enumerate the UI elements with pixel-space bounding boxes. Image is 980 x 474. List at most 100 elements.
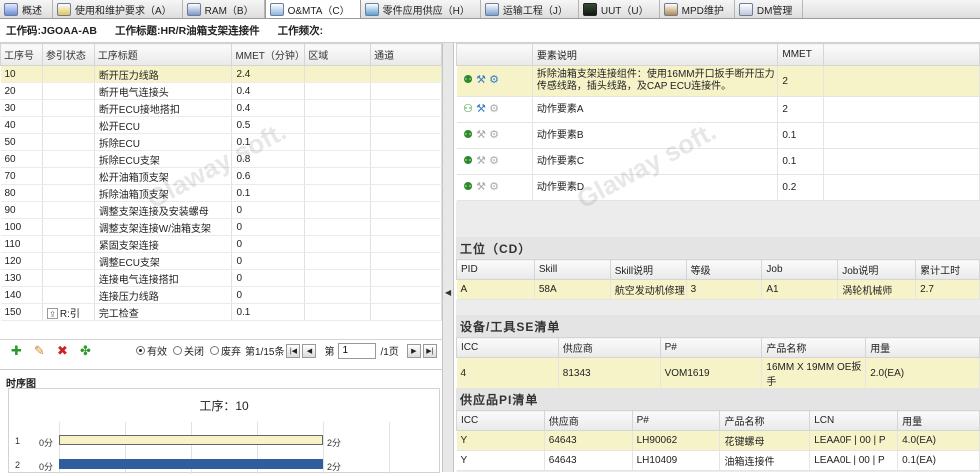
operation-row[interactable]: 40 松开ECU 0.5 (0, 116, 442, 134)
person-pair-icon[interactable]: ⚇ (463, 103, 474, 115)
person-icon[interactable]: ⚉ (463, 75, 474, 86)
tab-requirements[interactable]: 使用和维护要求（A） (53, 0, 183, 18)
gear-icon[interactable]: ⚙ (489, 181, 500, 193)
operation-row[interactable]: 10 断开压力线路 2.4 (0, 65, 442, 83)
operation-row[interactable]: 30 断开ECU接地搭扣 0.4 (0, 99, 442, 117)
column-header[interactable]: 累计工时 (915, 259, 980, 280)
column-header[interactable]: ICC (456, 410, 545, 431)
wrench-icon[interactable]: ⚒ (476, 75, 487, 86)
gear-icon[interactable]: ⚙ (489, 129, 500, 141)
column-header[interactable]: 产品名称 (719, 410, 811, 431)
tab-transport[interactable]: 运输工程（J） (481, 0, 579, 18)
filter-closed-radio[interactable]: 关闭 (173, 343, 204, 358)
workstation-row[interactable]: A 58A 航空发动机修理 3 A1 涡轮机械师 2.7 (456, 279, 980, 300)
tab-ram[interactable]: RAM（B） (183, 0, 265, 18)
column-header[interactable]: 区域 (304, 43, 372, 66)
column-header[interactable]: MMET (777, 43, 825, 66)
tab-uut[interactable]: UUT（U） (579, 0, 660, 18)
column-header[interactable]: ICC (456, 337, 559, 358)
supply-row[interactable]: Y 64643 LH10409 油箱连接件 LEAA0L | 00 | P 0.1(EA) (456, 450, 980, 471)
last-page-button[interactable]: ▶| (422, 343, 437, 358)
element-row[interactable]: ⚇ ⚒ ⚙ 动作要素A 2 (456, 96, 980, 123)
operation-row[interactable]: 120 调整ECU支架 0 (0, 252, 442, 270)
next-page-button[interactable]: ▶ (406, 343, 421, 358)
operation-row[interactable]: 140 连接压力线路 0 (0, 286, 442, 304)
column-header[interactable]: 供应商 (543, 410, 633, 431)
operation-mmet: 0 (231, 252, 306, 270)
prev-page-button[interactable]: ◀ (302, 343, 317, 358)
operation-row[interactable]: 100 调整支架连接W/油箱支架 0 (0, 218, 442, 236)
table-cell: 航空发动机修理 (610, 279, 687, 300)
element-row[interactable]: ⚉ ⚒ ⚙ 动作要素D 0.2 (456, 174, 980, 201)
supply-row[interactable]: Y 64643 LH90062 花键螺母 LEAA0F | 00 | P 4.0(EA) (456, 430, 980, 451)
element-row[interactable]: ⚉ ⚒ ⚙ 动作要素C 0.1 (456, 148, 980, 175)
column-header[interactable]: P# (659, 337, 763, 358)
reference-icon[interactable]: ⇪ (46, 308, 58, 320)
wrench-icon[interactable]: ⚒ (476, 129, 487, 141)
delete-icon[interactable]: ✖ (56, 343, 69, 358)
column-header[interactable]: Job说明 (837, 259, 917, 280)
operation-row[interactable]: 20 断开电气连接头 0.4 (0, 82, 442, 100)
work-info-bar: 工作码:JGOAA-AB 工作标题:HR/R油箱支架连接件 工作频次: (0, 19, 980, 43)
tab-omta[interactable]: O&MTA（C） (264, 0, 361, 18)
timing-bar[interactable] (59, 459, 323, 469)
person-icon[interactable]: ⚉ (463, 129, 474, 141)
operation-access (370, 82, 442, 100)
filter-valid-radio[interactable]: 有效 (136, 343, 167, 358)
operation-mmet: 0.4 (231, 82, 306, 100)
wrench-icon[interactable]: ⚒ (476, 181, 487, 193)
operation-row[interactable]: 130 连接电气连接搭扣 0 (0, 269, 442, 287)
column-header[interactable] (456, 43, 533, 66)
column-header[interactable]: Job (761, 259, 839, 280)
column-header[interactable]: 产品名称 (761, 337, 867, 358)
person-icon[interactable]: ⚉ (463, 181, 474, 193)
operation-row[interactable]: 70 松开油箱顶支架 0.6 (0, 167, 442, 185)
reference-status (42, 235, 95, 253)
element-row[interactable]: ⚉ ⚒ ⚙ 动作要素B 0.1 (456, 122, 980, 149)
operation-row[interactable]: 60 拆除ECU支架 0.8 (0, 150, 442, 168)
tab-parts-supply[interactable]: 零件应用供应（H） (361, 0, 481, 18)
column-header[interactable]: 工序标题 (93, 43, 233, 66)
column-header[interactable]: 用量 (865, 337, 980, 358)
gear-icon[interactable]: ⚙ (489, 103, 500, 115)
gear-icon[interactable]: ⚙ (489, 75, 500, 86)
operation-row[interactable]: 90 调整支架连接及安装螺母 0 (0, 201, 442, 219)
column-header[interactable]: 参引状态 (41, 43, 95, 66)
operation-row[interactable]: 150 ⇪ R:引 完工检查 0.1 (0, 303, 442, 321)
filter-void-radio[interactable]: 废弃 (210, 343, 241, 358)
operation-row[interactable]: 80 拆除油箱顶支架 0.1 (0, 184, 442, 202)
operation-row[interactable]: 50 拆除ECU 0.1 (0, 133, 442, 151)
column-header[interactable]: P# (631, 410, 721, 431)
person-icon[interactable]: ⚉ (463, 155, 474, 167)
column-header[interactable]: Skill说明 (609, 259, 687, 280)
column-header[interactable]: 要素说明 (531, 43, 779, 66)
tab-overview[interactable]: 概述 (0, 0, 53, 18)
wrench-icon[interactable]: ⚒ (476, 155, 487, 167)
gear-icon[interactable]: ⚙ (489, 155, 500, 167)
column-header[interactable]: 工序号 (0, 43, 43, 66)
column-header[interactable]: 通道 (370, 43, 442, 66)
element-row[interactable]: ⚉ ⚒ ⚙ 拆除油箱支架连接组件：使用16MM开口扳手断开压力传感线路，插头线路，及C… (456, 65, 980, 97)
wrench-icon[interactable]: ⚒ (476, 103, 487, 115)
column-header[interactable]: PID (456, 259, 535, 280)
operation-row[interactable]: 110 紧固支架连接 0 (0, 235, 442, 253)
column-header[interactable]: MMET（分钟） (231, 43, 306, 66)
column-header[interactable]: 用量 (897, 410, 980, 431)
edit-icon[interactable]: ✎ (33, 343, 46, 358)
column-header[interactable]: 供应商 (557, 337, 661, 358)
page-input[interactable] (338, 342, 377, 359)
equipment-row[interactable]: 4 81343 VOM1619 16MM X 19MM OE扳手 2.0(EA) (456, 357, 980, 389)
tab-mpd[interactable]: MPD维护 (660, 0, 735, 18)
puzzle-icon[interactable]: ✤ (79, 343, 92, 358)
timing-bar[interactable] (59, 435, 323, 445)
panel-splitter[interactable]: ◀ (442, 43, 454, 472)
column-header[interactable]: 等级 (685, 259, 763, 280)
operation-mmet: 0.1 (231, 133, 306, 151)
column-header[interactable]: Skill (533, 259, 611, 280)
add-icon[interactable]: ✚ (10, 343, 23, 358)
column-header[interactable]: LCN (809, 410, 899, 431)
first-page-button[interactable]: |◀ (286, 343, 301, 358)
collapse-arrow-icon[interactable]: ◀ (445, 288, 451, 297)
element-extra (823, 65, 980, 97)
tab-dm[interactable]: DM管理 (735, 0, 804, 18)
